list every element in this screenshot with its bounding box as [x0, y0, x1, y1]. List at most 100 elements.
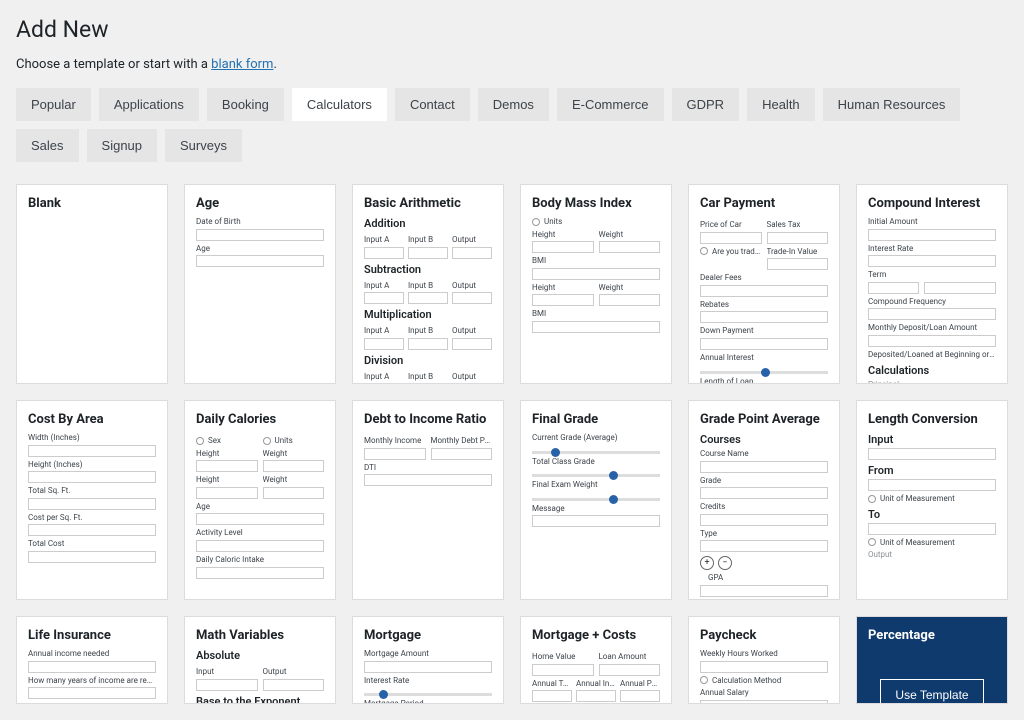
preview-input	[28, 498, 156, 510]
card-title: Basic Arithmetic	[364, 196, 492, 211]
radio-icon	[868, 538, 876, 546]
label-freq: Compound Frequency	[868, 297, 996, 307]
preview-input	[408, 247, 448, 259]
intro-prefix: Choose a template or start with a	[16, 57, 211, 72]
preview-slider	[532, 451, 660, 454]
preview-input	[452, 338, 492, 350]
tab-e-commerce[interactable]: E-Commerce	[557, 88, 664, 121]
template-life-insurance[interactable]: Life Insurance Annual income needed How …	[16, 616, 168, 704]
label-amount: Mortgage Amount	[364, 649, 492, 659]
label-weight: Weight	[599, 230, 661, 240]
tab-gdpr[interactable]: GDPR	[672, 88, 740, 121]
template-debt-to-income[interactable]: Debt to Income Ratio Monthly Income Mont…	[352, 400, 504, 600]
label-height: Height	[532, 283, 594, 293]
use-template-button[interactable]: Use Template	[880, 679, 983, 704]
template-percentage[interactable]: Percentage Use Template	[856, 616, 1008, 704]
label-output: Output	[868, 550, 996, 560]
preview-input	[599, 294, 661, 306]
preview-input	[364, 247, 404, 259]
section-from: From	[868, 464, 996, 477]
template-cost-by-area[interactable]: Cost By Area Width (Inches) Height (Inch…	[16, 400, 168, 600]
preview-input	[532, 321, 660, 333]
template-length-conversion[interactable]: Length Conversion Input From Unit of Mea…	[856, 400, 1008, 600]
card-title: Length Conversion	[868, 412, 996, 427]
label-grade: Grade	[700, 476, 828, 486]
label-sex: Sex	[196, 436, 258, 446]
template-paycheck[interactable]: Paycheck Weekly Hours Worked Calculation…	[688, 616, 840, 704]
label-dealer: Dealer Fees	[700, 273, 828, 283]
intro-suffix: .	[273, 57, 276, 72]
template-car-payment[interactable]: Car Payment Price of Car Sales Tax Are y…	[688, 184, 840, 384]
template-final-grade[interactable]: Final Grade Current Grade (Average) Tota…	[520, 400, 672, 600]
label-rebates: Rebates	[700, 300, 828, 310]
card-title: Grade Point Average	[700, 412, 828, 427]
label-input-b: Input B	[408, 326, 448, 336]
label-loan: Loan Amount	[599, 652, 661, 662]
label-current: Current Grade (Average)	[532, 433, 660, 443]
radio-icon	[532, 218, 540, 226]
tab-human-resources[interactable]: Human Resources	[823, 88, 961, 121]
tab-calculators[interactable]: Calculators	[292, 88, 387, 121]
preview-input	[364, 338, 404, 350]
card-title: Car Payment	[700, 196, 828, 211]
preview-input	[532, 241, 594, 253]
template-basic-arithmetic[interactable]: Basic Arithmetic Addition Input A Input …	[352, 184, 504, 384]
preview-input	[263, 679, 325, 691]
card-title: Blank	[28, 196, 156, 211]
tab-signup[interactable]: Signup	[87, 129, 157, 162]
label-spacer	[924, 270, 996, 280]
label-type: Type	[700, 529, 828, 539]
template-daily-calories[interactable]: Daily Calories Sex Units Height Weight H…	[184, 400, 336, 600]
tab-booking[interactable]: Booking	[207, 88, 284, 121]
card-title: Compound Interest	[868, 196, 996, 211]
tab-sales[interactable]: Sales	[16, 129, 79, 162]
label-weight: Weight	[599, 283, 661, 293]
preview-input	[364, 448, 426, 460]
label-home: Home Value	[532, 652, 594, 662]
label-age: Age	[196, 244, 324, 254]
preview-input	[868, 335, 996, 347]
label-msg: Message	[532, 504, 660, 514]
label-input: Input	[196, 667, 258, 677]
label-gpa: GPA	[708, 573, 828, 583]
preview-input	[452, 383, 492, 384]
label-initial: Initial Amount	[868, 217, 996, 227]
preview-input	[700, 540, 828, 552]
template-compound-interest[interactable]: Compound Interest Initial Amount Interes…	[856, 184, 1008, 384]
intro-text: Choose a template or start with a blank …	[16, 57, 1008, 72]
label-bmi: BMI	[532, 309, 660, 319]
preview-input	[196, 255, 324, 267]
label-output: Output	[452, 326, 492, 336]
radio-icon	[700, 676, 708, 684]
label-payment: Monthly Debt Paymen	[431, 436, 493, 446]
minus-icon: −	[718, 556, 732, 570]
tab-demos[interactable]: Demos	[478, 88, 549, 121]
label-units: Units	[263, 436, 325, 446]
tab-health[interactable]: Health	[747, 88, 815, 121]
label-unit: Unit of Measurement	[868, 538, 996, 548]
label-input-a: Input A	[364, 281, 404, 291]
label-output: Output	[452, 372, 492, 382]
tab-applications[interactable]: Applications	[99, 88, 199, 121]
tab-surveys[interactable]: Surveys	[165, 129, 242, 162]
template-blank[interactable]: Blank	[16, 184, 168, 384]
blank-form-link[interactable]: blank form	[211, 57, 273, 72]
label-output: Output	[452, 281, 492, 291]
tab-popular[interactable]: Popular	[16, 88, 91, 121]
preview-input	[868, 255, 996, 267]
section-addition: Addition	[364, 217, 492, 230]
template-bmi[interactable]: Body Mass Index Units Height Weight BMI …	[520, 184, 672, 384]
preview-input	[700, 661, 828, 673]
template-mortgage-costs[interactable]: Mortgage + Costs Home Value Loan Amount …	[520, 616, 672, 704]
card-title: Cost By Area	[28, 412, 156, 427]
template-gpa[interactable]: Grade Point Average Courses Course Name …	[688, 400, 840, 600]
label-input-a: Input A	[364, 372, 404, 382]
template-age[interactable]: Age Date of Birth Age	[184, 184, 336, 384]
radio-icon	[868, 495, 876, 503]
label-input-a: Input A	[364, 326, 404, 336]
template-mortgage[interactable]: Mortgage Mortgage Amount Interest Rate M…	[352, 616, 504, 704]
template-math-variables[interactable]: Math Variables Absolute Input Output Bas…	[184, 616, 336, 704]
preview-input	[431, 448, 493, 460]
tab-contact[interactable]: Contact	[395, 88, 470, 121]
label-salary: Annual Salary	[700, 688, 828, 698]
